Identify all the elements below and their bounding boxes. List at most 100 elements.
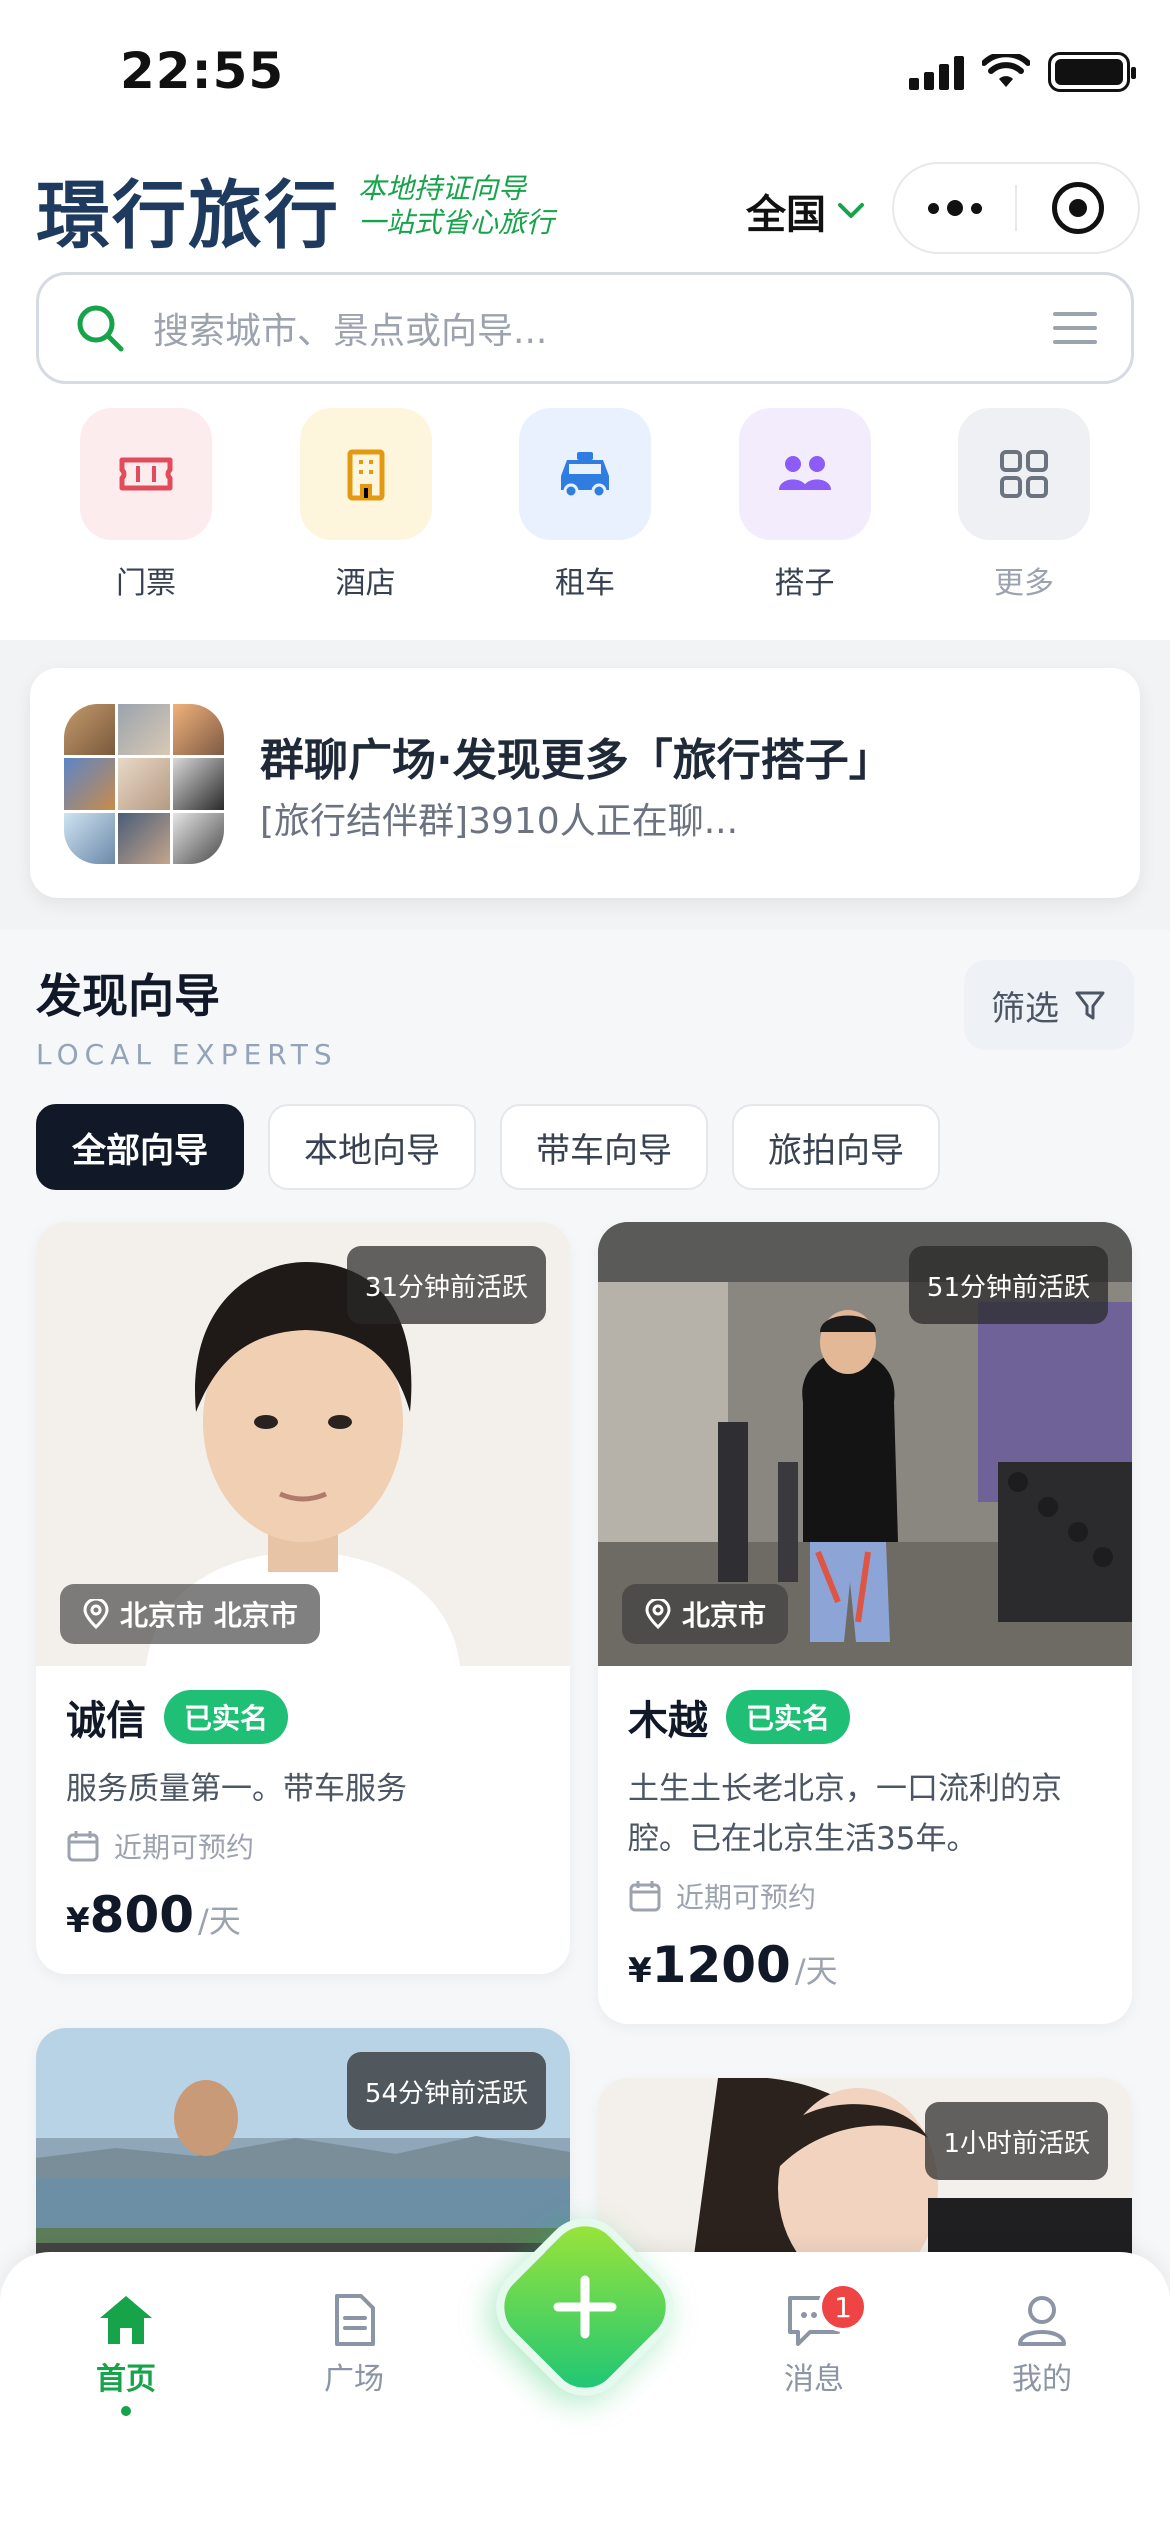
tab-square[interactable]: 广场 [274, 2292, 434, 2398]
bottom-tab-bar: 首页 广场 1 消息 我的 [0, 2200, 1170, 2532]
cellular-signal-icon [909, 54, 964, 90]
people-icon [778, 456, 831, 490]
slogan-line-1: 本地持证向导 [358, 172, 527, 205]
tab-label: 我的 [1012, 2362, 1072, 2397]
quick-nav-icon-bg [80, 408, 212, 540]
guide-info: 木越 已实名 土生土长老北京，一口流利的京腔。已在北京生活35年。 近期可预约 … [598, 1666, 1132, 2024]
tab-label: 消息 [784, 2362, 844, 2397]
wifi-icon [982, 54, 1030, 87]
location-label: 北京市 北京市 [120, 1599, 298, 1632]
car-icon [561, 452, 609, 499]
filter-icon [1075, 991, 1105, 1020]
price-currency: ¥ [628, 1951, 652, 1991]
quick-nav-label: 更多 [994, 566, 1054, 601]
quick-nav-label: 搭子 [774, 566, 835, 601]
quick-nav-tickets[interactable]: 门票 [80, 408, 212, 602]
guide-price: ¥ 800 /天 [66, 1886, 540, 1944]
calendar-icon [67, 1831, 99, 1862]
guide-name: 诚信 [66, 1698, 146, 1744]
guide-description: 服务质量第一。带车服务 [66, 1771, 407, 1807]
ticket-icon [119, 457, 173, 491]
tab-messages[interactable]: 1 消息 [734, 2282, 894, 2398]
search-input[interactable]: 搜索城市、景点或向导... [153, 302, 1053, 354]
tab-all-guides[interactable]: 全部向导 [36, 1104, 244, 1190]
section-subtitle: LOCAL EXPERTS [36, 1038, 338, 1071]
home-icon [100, 2296, 152, 2344]
user-icon [1018, 2296, 1066, 2346]
availability-row: 近期可预约 [628, 1876, 1102, 1916]
location-label: 北京市 [682, 1599, 767, 1632]
more-dots-icon [927, 200, 982, 216]
group-avatar-collage [64, 704, 224, 864]
guide-card[interactable]: 51分钟前活跃 北京市 木越 已实名 土生土长老北京，一口流利的京腔。已在北京生… [598, 1222, 1132, 2024]
header: 璟行旅行 本地持证向导 一站式省心旅行 全国 搜索城市、景点或向导... 门票 … [0, 150, 1170, 640]
slogan-line-2: 一站式省心旅行 [358, 206, 555, 239]
availability-label: 近期可预约 [676, 1881, 817, 1914]
target-icon [1051, 182, 1104, 234]
status-icons [909, 52, 1136, 92]
guide-photo: 31分钟前活跃 北京市 北京市 [36, 1222, 570, 1666]
quick-nav-label: 租车 [555, 566, 615, 601]
active-status-badge: 51分钟前活跃 [908, 1246, 1108, 1324]
active-status-badge: 1小时前活跃 [925, 2102, 1108, 2180]
tab-home[interactable]: 首页 [46, 2292, 206, 2416]
quick-nav-travel-buddy[interactable]: 搭子 [738, 408, 871, 602]
verified-badge: 已实名 [726, 1690, 851, 1744]
location-chip: 北京市 北京市 [60, 1584, 320, 1644]
status-bar: 22:55 [0, 0, 1170, 150]
group-chat-subtitle: [旅行结伴群]3910人正在聊... [260, 801, 739, 842]
group-chat-title: 群聊广场·发现更多「旅行搭子」 [260, 735, 893, 786]
verified-badge: 已实名 [164, 1690, 289, 1744]
tab-local-guides[interactable]: 本地向导 [268, 1104, 476, 1190]
plus-icon [553, 2275, 617, 2339]
availability-label: 近期可预约 [114, 1831, 255, 1864]
price-unit: /天 [198, 1902, 241, 1940]
active-status-badge: 31分钟前活跃 [346, 1246, 546, 1324]
tab-label: 广场 [324, 2362, 384, 2397]
guide-category-tabs: 全部向导 本地向导 带车向导 旅拍向导 [36, 1104, 940, 1190]
active-indicator-dot [121, 2406, 131, 2416]
grid-icon [1000, 450, 1048, 498]
brand-logo: 璟行旅行 [36, 173, 340, 259]
location-pin-icon [83, 1599, 109, 1629]
price-currency: ¥ [66, 1901, 90, 1941]
tab-driver-guides[interactable]: 带车向导 [500, 1104, 708, 1190]
quick-nav-label: 酒店 [335, 566, 396, 601]
section-title: 发现向导 [36, 969, 220, 1023]
price-unit: /天 [794, 1952, 838, 1990]
tab-mine[interactable]: 我的 [962, 2292, 1122, 2398]
search-icon [77, 305, 124, 352]
group-chat-banner[interactable]: 群聊广场·发现更多「旅行搭子」 [旅行结伴群]3910人正在聊... [30, 668, 1140, 898]
price-amount: 1200 [651, 1936, 791, 1994]
guide-description: 土生土长老北京，一口流利的京腔。已在北京生活35年。 [628, 1771, 1062, 1857]
quick-nav-label: 门票 [116, 566, 176, 601]
close-mini-program-button[interactable] [1017, 164, 1138, 252]
mini-program-capsule [892, 162, 1140, 254]
battery-icon [1048, 52, 1136, 92]
availability-row: 近期可预约 [66, 1826, 540, 1866]
active-status-badge: 54分钟前活跃 [346, 2052, 546, 2130]
chevron-down-icon [838, 203, 864, 218]
quick-nav-more[interactable]: 更多 [958, 408, 1090, 602]
quick-nav: 门票 酒店 租车 搭子 更多 [0, 408, 1170, 602]
search-bar[interactable]: 搜索城市、景点或向导... [36, 272, 1134, 384]
tab-label: 首页 [96, 2362, 156, 2397]
more-options-button[interactable] [894, 164, 1015, 252]
filter-label: 筛选 [991, 988, 1059, 1029]
region-selector[interactable]: 全国 [746, 182, 866, 240]
region-label: 全国 [746, 192, 826, 238]
brand-slogan: 本地持证向导 一站式省心旅行 [358, 172, 554, 240]
calendar-icon [629, 1881, 661, 1912]
document-icon [335, 2294, 375, 2346]
tab-photo-guides[interactable]: 旅拍向导 [732, 1104, 940, 1190]
location-pin-icon [645, 1599, 671, 1629]
filter-button[interactable]: 筛选 [964, 960, 1134, 1050]
quick-nav-hotel[interactable]: 酒店 [299, 408, 432, 602]
guide-info: 诚信 已实名 服务质量第一。带车服务 近期可预约 ¥ 800 /天 [36, 1666, 570, 1974]
price-amount: 800 [89, 1886, 195, 1944]
guide-card[interactable]: 31分钟前活跃 北京市 北京市 诚信 已实名 服务质量第一。带车服务 近期可预约… [36, 1222, 570, 1974]
quick-nav-car-rental[interactable]: 租车 [519, 408, 651, 602]
unread-badge: 1 [818, 2282, 868, 2332]
status-time: 22:55 [120, 42, 285, 100]
menu-icon[interactable] [1053, 310, 1097, 346]
